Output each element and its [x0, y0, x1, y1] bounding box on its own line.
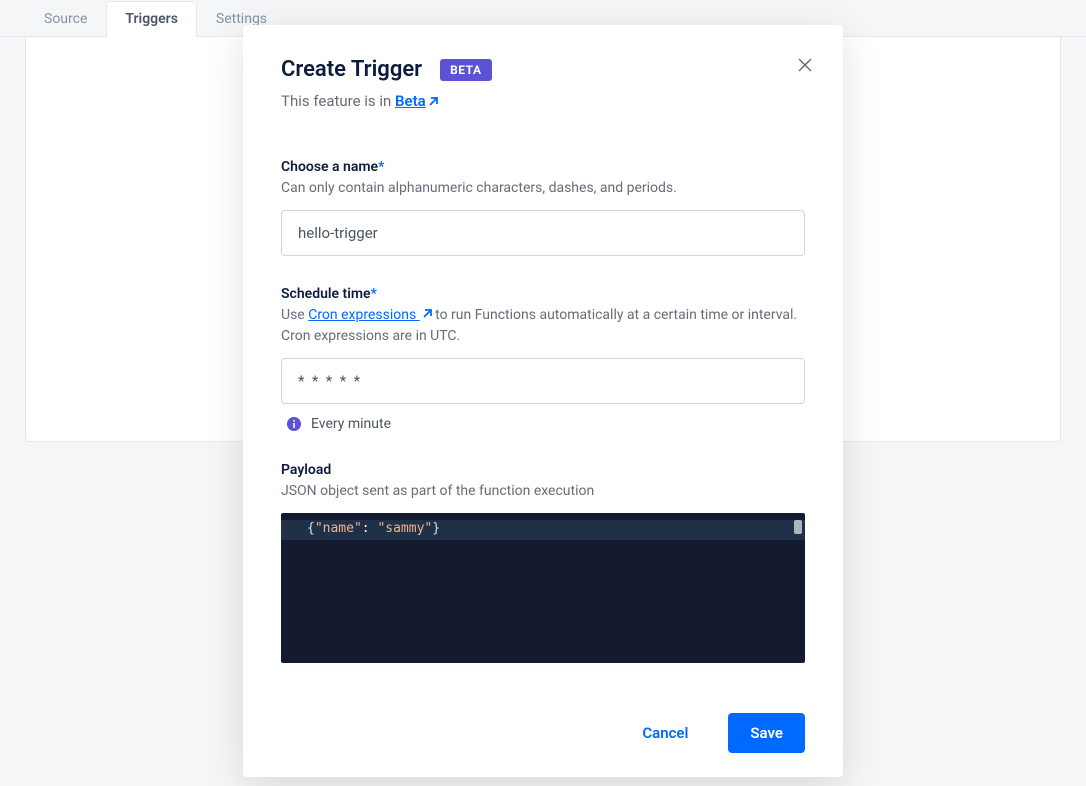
- payload-code-editor[interactable]: {"name": "sammy"}: [281, 513, 805, 663]
- required-asterisk: *: [378, 159, 384, 175]
- close-icon: [798, 58, 812, 72]
- name-input[interactable]: [281, 210, 805, 256]
- external-link-icon: [422, 305, 432, 325]
- schedule-help: Use Cron expressions to run Functions au…: [281, 305, 805, 346]
- required-asterisk: *: [371, 286, 377, 302]
- modal-overlay: Create Trigger BETA This feature is in B…: [0, 0, 1086, 786]
- info-icon: [287, 417, 301, 431]
- beta-link[interactable]: Beta: [395, 92, 438, 110]
- name-form-group: Choose a name* Can only contain alphanum…: [281, 159, 805, 256]
- cron-expressions-link[interactable]: Cron expressions: [308, 307, 431, 323]
- cancel-button[interactable]: Cancel: [620, 713, 710, 753]
- payload-label: Payload: [281, 462, 805, 478]
- external-link-icon: [428, 93, 438, 111]
- close-button[interactable]: [793, 53, 817, 77]
- name-help: Can only contain alphanumeric characters…: [281, 178, 805, 198]
- payload-form-group: Payload JSON object sent as part of the …: [281, 462, 805, 663]
- name-label: Choose a name*: [281, 159, 805, 175]
- modal-header: Create Trigger BETA This feature is in B…: [281, 57, 805, 111]
- schedule-form-group: Schedule time* Use Cron expressions to r…: [281, 286, 805, 432]
- modal-subtitle: This feature is in Beta: [281, 92, 805, 111]
- schedule-label: Schedule time*: [281, 286, 805, 302]
- code-value: "sammy": [377, 521, 432, 536]
- code-key: "name": [315, 521, 362, 536]
- subtitle-prefix: This feature is in: [281, 92, 395, 110]
- cron-hint-text: Every minute: [311, 416, 391, 432]
- modal-footer: Cancel Save: [243, 693, 843, 753]
- create-trigger-modal: Create Trigger BETA This feature is in B…: [243, 25, 843, 777]
- schedule-input[interactable]: [281, 358, 805, 404]
- payload-help: JSON object sent as part of the function…: [281, 481, 805, 501]
- save-button[interactable]: Save: [728, 713, 805, 753]
- beta-badge: BETA: [440, 59, 491, 81]
- modal-title: Create Trigger: [281, 57, 422, 82]
- cron-hint: Every minute: [281, 416, 805, 432]
